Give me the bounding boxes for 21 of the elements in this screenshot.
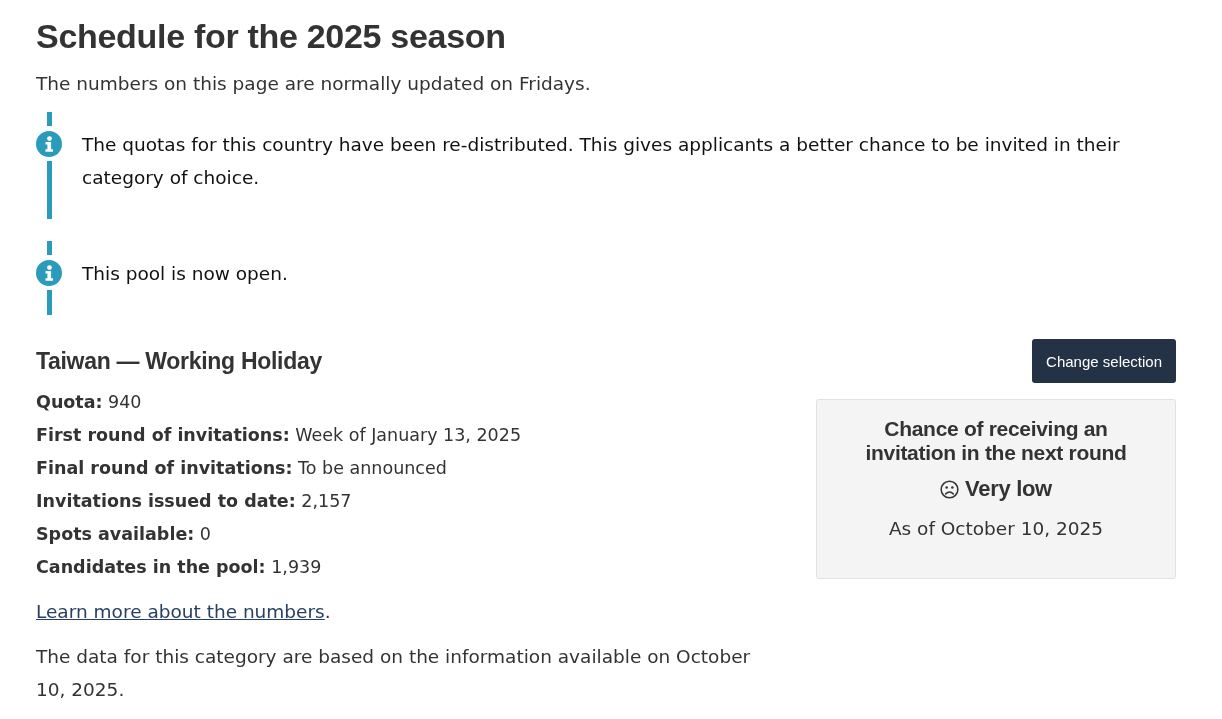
learn-more-link[interactable]: Learn more about the numbers	[36, 601, 325, 622]
as-of-date: As of October 10, 2025	[887, 517, 1105, 541]
fact-line: Spots available: 0	[36, 523, 212, 546]
notice-text: This pool is now open.	[82, 262, 288, 286]
info-icon	[36, 131, 62, 157]
fact-line: Invitations issued to date: 2,157	[36, 490, 353, 513]
notice-text: The quotas for this country have been re-distributed. This gives applicants a better chance to be invited in their category of choice.	[82, 133, 1121, 190]
intro-text: The numbers on this page are normally updated on Fridays.	[36, 72, 592, 96]
frown-face-icon	[940, 479, 960, 499]
learn-more-sentence: Learn more about the numbers.	[36, 600, 332, 624]
card-title: Chance of receiving an invitation in the next round	[864, 416, 1128, 465]
change-selection-button[interactable]: Change selection	[1032, 339, 1176, 383]
page-title: Schedule for the 2025 season	[36, 16, 507, 57]
data-note-text: The data for this category are based on the information available on October 10, 2025.	[36, 645, 752, 702]
fact-line: First round of invitations: Week of January 13, 2025	[36, 424, 523, 447]
fact-line: Candidates in the pool: 1,939	[36, 556, 323, 579]
fact-line: Final round of invitations: To be announced	[36, 457, 448, 480]
rating-label: Very low	[965, 477, 1052, 501]
category-heading: Taiwan — Working Holiday	[36, 347, 322, 375]
info-icon	[36, 260, 62, 286]
fact-line: Quota: 940	[36, 391, 143, 414]
